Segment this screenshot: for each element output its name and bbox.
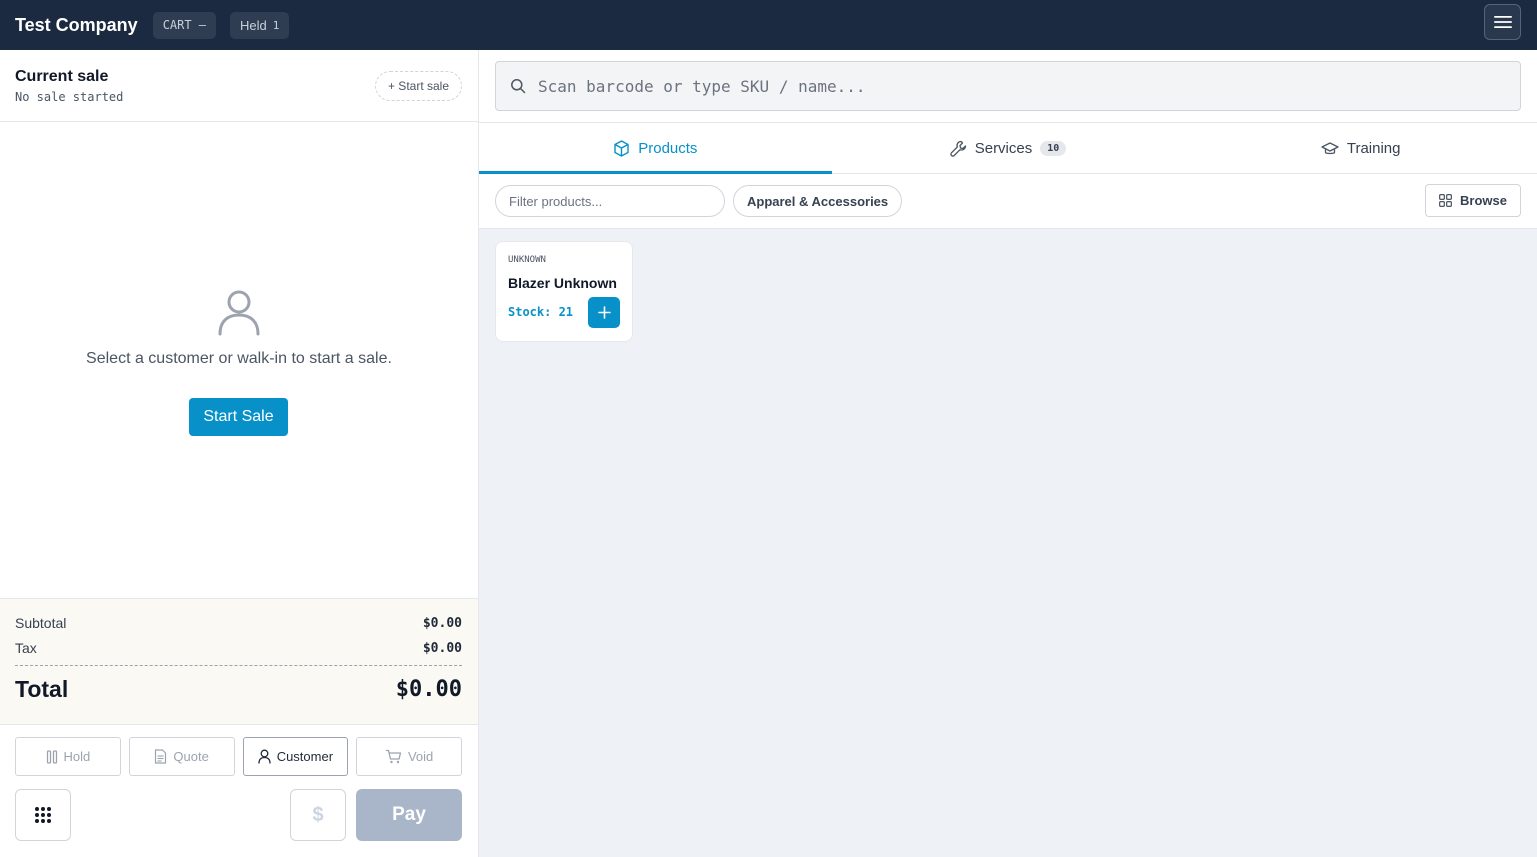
void-label: Void [407, 749, 434, 764]
filter-products-input[interactable] [495, 185, 725, 217]
hold-label: Hold [63, 749, 91, 764]
top-bar: Test Company CART — Held 1 [0, 0, 1537, 50]
tab-products-label: Products [638, 139, 698, 157]
total-label: Total [15, 676, 69, 702]
start-sale-pill-button[interactable]: + Start sale [374, 71, 462, 101]
sale-status: No sale started [15, 90, 124, 104]
customer-label: Customer [276, 749, 334, 764]
sale-panel: Current sale No sale started + Start sal… [0, 50, 479, 857]
search-icon [511, 79, 526, 94]
box-icon [614, 139, 629, 157]
search-area [479, 50, 1537, 122]
plus-icon [597, 306, 611, 319]
catalog-tabs: Products Services 10 Training [479, 122, 1537, 174]
tax-row: Tax $0.00 [15, 640, 462, 656]
subtotal-value: $0.00 [422, 615, 462, 631]
quote-button[interactable]: Quote [128, 737, 235, 776]
totals-panel: Subtotal $0.00 Tax $0.00 Total $0.00 [0, 598, 478, 725]
held-count: 1 [272, 18, 280, 32]
company-name: Test Company [15, 14, 138, 35]
product-name: Blazer Unknown [508, 275, 617, 291]
catalog-panel: Products Services 10 Training Apparel & … [479, 50, 1537, 857]
subtotal-row: Subtotal $0.00 [15, 615, 462, 631]
sale-actions: Hold Quote Customer Void [15, 737, 462, 776]
cart-pill[interactable]: CART — [152, 11, 217, 39]
search-box [495, 61, 1521, 111]
tax-value: $0.00 [422, 640, 462, 656]
menu-button[interactable] [1484, 4, 1521, 40]
pause-icon [46, 749, 57, 764]
sale-title: Current sale [15, 68, 109, 85]
held-pill[interactable]: Held 1 [230, 11, 290, 39]
customer-button[interactable]: Customer [242, 737, 349, 776]
tab-services[interactable]: Services 10 [832, 123, 1185, 173]
graduation-cap-icon [1321, 141, 1339, 154]
filter-bar: Apparel & Accessories Browse [479, 174, 1537, 229]
void-button[interactable]: Void [356, 737, 462, 776]
browse-label: Browse [1460, 193, 1507, 208]
product-stock: Stock: 21 [508, 305, 574, 319]
search-input[interactable] [538, 76, 1438, 96]
tab-training-label: Training [1346, 139, 1401, 157]
total-value: $0.00 [395, 677, 462, 702]
empty-state-text: Select a customer or walk-in to start a … [86, 350, 392, 367]
add-to-cart-button[interactable] [588, 297, 620, 328]
subtotal-label: Subtotal [15, 615, 67, 631]
totals-divider [15, 665, 462, 666]
services-count-badge: 10 [1040, 140, 1067, 156]
cart-icon [385, 749, 402, 764]
wrench-icon [950, 140, 966, 157]
held-label: Held [240, 17, 267, 33]
tab-products[interactable]: Products [479, 123, 832, 174]
user-icon [218, 290, 260, 336]
product-brand: UNKNOWN [508, 255, 546, 265]
document-icon [155, 749, 167, 764]
browse-button[interactable]: Browse [1425, 184, 1521, 217]
user-icon [258, 749, 271, 764]
cash-button[interactable]: $ [290, 789, 346, 841]
keypad-button[interactable] [15, 789, 71, 841]
category-chip[interactable]: Apparel & Accessories [733, 185, 903, 217]
product-card[interactable]: UNKNOWN Blazer Unknown Stock: 21 [495, 241, 633, 342]
tab-services-label: Services [974, 139, 1033, 157]
hamburger-icon [1493, 16, 1512, 28]
grid-icon [1439, 194, 1452, 207]
pay-button[interactable]: Pay [356, 789, 462, 841]
total-row: Total $0.00 [15, 676, 462, 703]
sale-header: Current sale No sale started + Start sal… [0, 50, 478, 122]
keypad-icon [35, 807, 51, 823]
tax-label: Tax [15, 640, 37, 656]
start-sale-button[interactable]: Start Sale [189, 398, 288, 436]
quote-label: Quote [173, 749, 209, 764]
hold-button[interactable]: Hold [15, 737, 121, 776]
tab-training[interactable]: Training [1184, 123, 1537, 173]
